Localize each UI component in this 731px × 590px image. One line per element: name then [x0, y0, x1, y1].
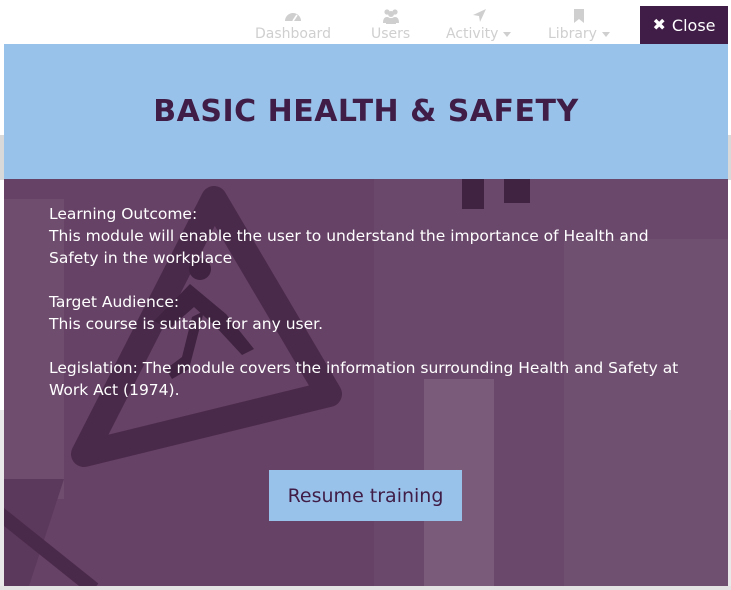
background-card — [0, 586, 731, 590]
target-audience-text: This course is suitable for any user. — [49, 315, 324, 333]
top-navigation: Dashboard Users Activity Library — [0, 0, 731, 50]
nav-label: Users — [371, 26, 411, 42]
nav-item-activity[interactable]: Activity — [446, 8, 512, 42]
learning-outcome-section: Learning Outcome: This module will enabl… — [49, 203, 689, 269]
nav-label: Activity — [446, 26, 499, 42]
target-audience-section: Target Audience: This course is suitable… — [49, 291, 689, 335]
bookmark-icon — [573, 9, 584, 23]
course-modal: BASIC HEALTH & SAFETY Learning Outcome: … — [4, 44, 728, 586]
learning-outcome-heading: Learning Outcome: — [49, 205, 198, 223]
location-arrow-icon — [472, 9, 486, 22]
nav-label: Dashboard — [255, 26, 331, 42]
target-audience-heading: Target Audience: — [49, 293, 180, 311]
chevron-down-icon — [503, 31, 512, 37]
course-description: Learning Outcome: This module will enabl… — [49, 203, 689, 423]
modal-body: Learning Outcome: This module will enabl… — [4, 179, 728, 586]
close-icon: ✖ — [652, 15, 666, 34]
learning-outcome-text: This module will enable the user to unde… — [49, 227, 649, 267]
legislation-section: Legislation: The module covers the infor… — [49, 357, 689, 401]
users-icon — [382, 9, 399, 24]
nav-label: Library — [548, 26, 597, 42]
dashboard-icon — [284, 13, 301, 22]
resume-training-button[interactable]: Resume training — [269, 470, 462, 521]
chevron-down-icon — [601, 31, 610, 37]
page: Dashboard Users Activity Library ✖ Close… — [0, 0, 731, 590]
legislation-text: Legislation: The module covers the infor… — [49, 359, 679, 399]
close-button[interactable]: ✖ Close — [640, 6, 728, 44]
nav-item-dashboard[interactable]: Dashboard — [255, 8, 331, 42]
nav-item-library[interactable]: Library — [548, 8, 610, 42]
nav-item-users[interactable]: Users — [371, 8, 410, 42]
close-button-label: Close — [671, 15, 716, 35]
modal-header: BASIC HEALTH & SAFETY — [4, 44, 728, 179]
modal-title: BASIC HEALTH & SAFETY — [153, 94, 579, 129]
